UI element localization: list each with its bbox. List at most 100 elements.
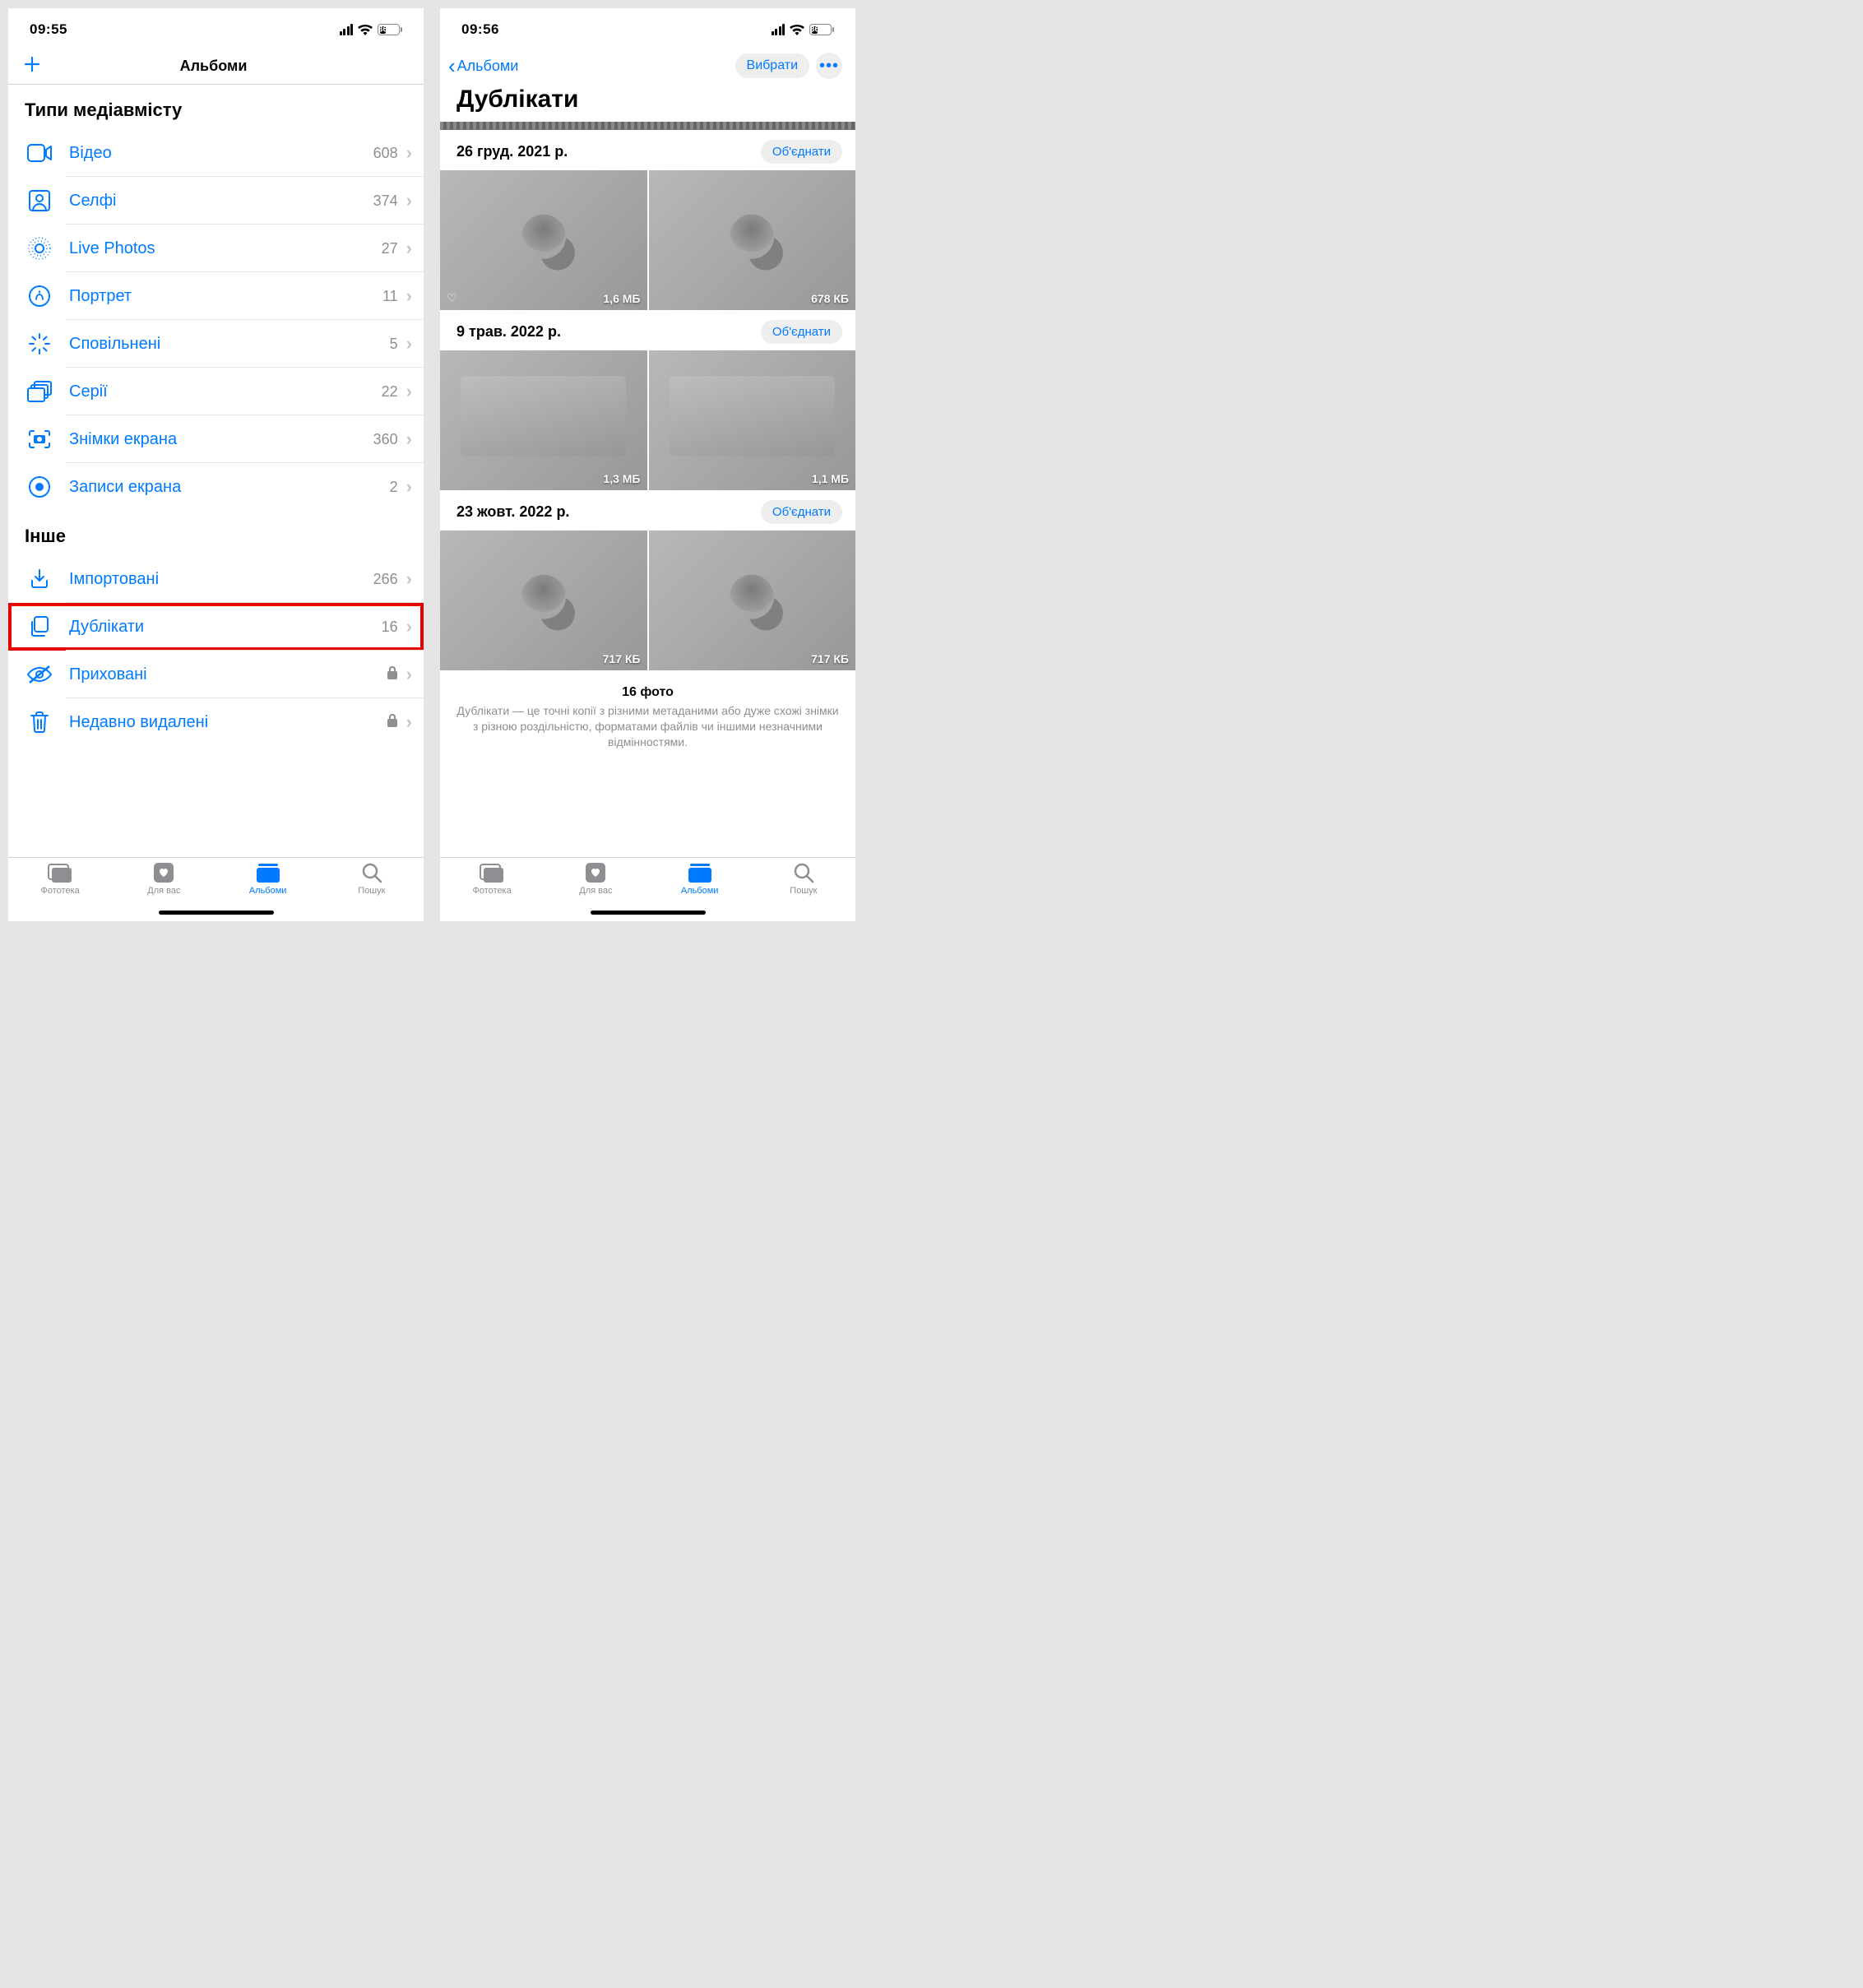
- tab-label: Для вас: [147, 886, 180, 896]
- import-icon: [25, 567, 54, 591]
- group-date: 9 трав. 2022 р.: [456, 323, 561, 341]
- search-icon: [791, 861, 816, 884]
- home-indicator[interactable]: [591, 911, 706, 915]
- row-count: 27: [382, 240, 398, 257]
- chevron-right-icon: ›: [406, 238, 412, 259]
- thumb-size: 717 КБ: [603, 652, 641, 665]
- cellular-icon: [772, 24, 786, 35]
- media-row-portrait[interactable]: Портрет 11 ›: [8, 272, 424, 320]
- row-count: 22: [382, 383, 398, 401]
- home-indicator[interactable]: [159, 911, 274, 915]
- chevron-right-icon: ›: [406, 381, 412, 402]
- tab-label: Фототека: [41, 886, 80, 896]
- chevron-right-icon: ›: [406, 568, 412, 590]
- tab-label: Пошук: [790, 886, 817, 896]
- duplicate-group: 26 груд. 2021 р. Об'єднати 1,6 МБ ♡ 678 …: [440, 130, 855, 310]
- tab-search[interactable]: Пошук: [752, 861, 855, 921]
- tab-library[interactable]: Фототека: [8, 861, 112, 921]
- duplicates-list[interactable]: 26 груд. 2021 р. Об'єднати 1,6 МБ ♡ 678 …: [440, 122, 855, 857]
- media-row-selfie[interactable]: Селфі 374 ›: [8, 177, 424, 225]
- portrait-icon: [25, 284, 54, 308]
- thumb-size: 678 КБ: [811, 292, 849, 305]
- hidden-icon: [25, 662, 54, 687]
- wifi-icon: [358, 25, 373, 35]
- add-album-button[interactable]: [16, 53, 41, 79]
- video-icon: [25, 141, 54, 165]
- row-label: Серії: [69, 382, 382, 401]
- other-row-recently-deleted[interactable]: Недавно видалені ›: [8, 698, 424, 746]
- tab-label: Для вас: [579, 886, 612, 896]
- lock-icon: [387, 665, 398, 684]
- media-row-screenrecordings[interactable]: Записи екрана 2 ›: [8, 463, 424, 511]
- row-label: Імпортовані: [69, 570, 373, 589]
- chevron-right-icon: ›: [406, 285, 412, 307]
- row-label: Сповільнені: [69, 335, 390, 354]
- tab-library[interactable]: Фототека: [440, 861, 544, 921]
- albums-icon: [688, 861, 712, 884]
- media-row-livephotos[interactable]: Live Photos 27 ›: [8, 225, 424, 272]
- duplicate-group: 23 жовт. 2022 р. Об'єднати 717 КБ 717 КБ: [440, 490, 855, 670]
- group-date: 26 груд. 2021 р.: [456, 143, 568, 160]
- merge-button[interactable]: Об'єднати: [761, 500, 842, 524]
- status-icons: 36: [772, 24, 835, 35]
- footer-description: Дублікати — це точні копії з різними мет…: [440, 700, 855, 760]
- duplicate-thumb[interactable]: 717 КБ: [440, 531, 647, 670]
- library-icon: [48, 861, 72, 884]
- screenrecord-icon: [25, 475, 54, 499]
- other-row-imported[interactable]: Імпортовані 266 ›: [8, 555, 424, 603]
- chevron-right-icon: ›: [406, 190, 412, 211]
- nav-header: ‹ Альбоми Вибрати •••: [440, 48, 855, 84]
- battery-icon: 36: [809, 24, 834, 35]
- other-row-hidden[interactable]: Приховані ›: [8, 651, 424, 698]
- merge-button[interactable]: Об'єднати: [761, 320, 842, 344]
- duplicate-thumb[interactable]: 1,6 МБ ♡: [440, 170, 647, 310]
- back-button[interactable]: ‹ Альбоми: [448, 55, 518, 76]
- chevron-right-icon: ›: [406, 429, 412, 450]
- albums-icon: [256, 861, 280, 884]
- row-label: Приховані: [69, 665, 387, 684]
- other-row-duplicates[interactable]: Дублікати 16 ›: [8, 603, 424, 651]
- section-title-other: Інше: [8, 511, 424, 555]
- library-icon: [480, 861, 504, 884]
- foryou-icon: [151, 861, 176, 884]
- foryou-icon: [583, 861, 608, 884]
- row-label: Live Photos: [69, 239, 382, 258]
- row-label: Записи екрана: [69, 478, 390, 497]
- thumb-size: 717 КБ: [811, 652, 849, 665]
- favorite-icon: ♡: [447, 291, 457, 305]
- duplicate-thumb[interactable]: 1,1 МБ: [649, 350, 856, 490]
- row-count: 360: [373, 431, 398, 448]
- search-icon: [359, 861, 384, 884]
- row-label: Недавно видалені: [69, 713, 387, 732]
- duplicate-thumb[interactable]: 678 КБ: [649, 170, 856, 310]
- chevron-left-icon: ‹: [448, 55, 456, 76]
- row-count: 2: [390, 479, 398, 496]
- back-label: Альбоми: [457, 58, 519, 75]
- row-count: 266: [373, 571, 398, 588]
- duplicate-thumb[interactable]: 1,3 МБ: [440, 350, 647, 490]
- status-bar: 09:56 36: [440, 8, 855, 48]
- more-button[interactable]: •••: [816, 53, 842, 79]
- select-button[interactable]: Вибрати: [735, 53, 809, 78]
- media-row-slomo[interactable]: Сповільнені 5 ›: [8, 320, 424, 368]
- chevron-right-icon: ›: [406, 616, 412, 637]
- duplicates-screen: 09:56 36 ‹ Альбоми Вибрати ••• Дублікати: [440, 8, 855, 921]
- duplicates-icon: [25, 614, 54, 639]
- tab-search[interactable]: Пошук: [320, 861, 424, 921]
- media-row-video[interactable]: Відео 608 ›: [8, 129, 424, 177]
- chevron-right-icon: ›: [406, 711, 412, 733]
- footer-count: 16 фото: [440, 685, 855, 700]
- media-row-screenshots[interactable]: Знімки екрана 360 ›: [8, 415, 424, 463]
- duplicate-thumb[interactable]: 717 КБ: [649, 531, 856, 670]
- chevron-right-icon: ›: [406, 664, 412, 685]
- bursts-icon: [25, 379, 54, 404]
- row-count: 5: [390, 336, 398, 353]
- trash-icon: [25, 710, 54, 734]
- status-time: 09:55: [30, 21, 67, 38]
- albums-list[interactable]: Типи медіавмісту Відео 608 › Селфі 374 ›…: [8, 84, 424, 857]
- row-label: Дублікати: [69, 618, 382, 637]
- group-date: 23 жовт. 2022 р.: [456, 503, 569, 521]
- merge-button[interactable]: Об'єднати: [761, 140, 842, 164]
- media-row-bursts[interactable]: Серії 22 ›: [8, 368, 424, 415]
- row-count: 608: [373, 145, 398, 162]
